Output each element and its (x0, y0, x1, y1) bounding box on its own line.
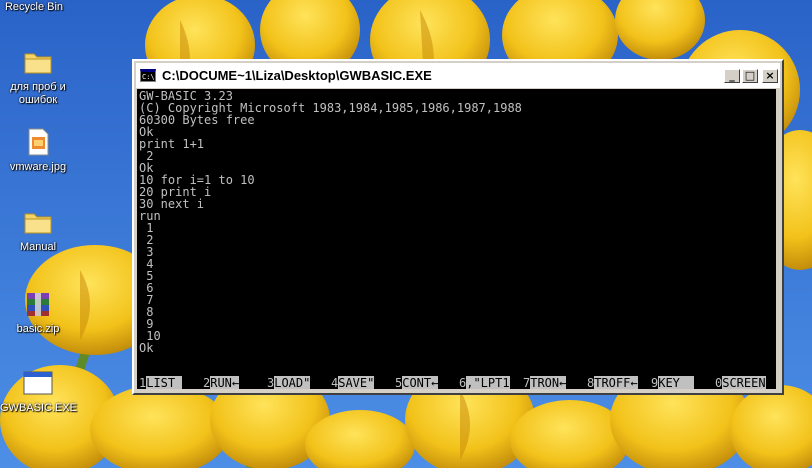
function-key-label: TRON← (530, 376, 567, 389)
console-app-icon[interactable]: C:\ (140, 69, 156, 82)
function-key-10: 0SCREEN (715, 376, 766, 389)
console-line: 60300 Bytes free (139, 113, 255, 127)
console-line: Ok (139, 341, 154, 355)
function-key-label: CONT← (402, 376, 439, 389)
function-key-bar: 1LIST 2RUN← 3LOAD" 4SAVE" 5CONT← 6,"LPT1 7TRO… (139, 376, 775, 389)
function-key-6: 6,"LPT1 (459, 376, 510, 389)
console-line: 5 (139, 269, 154, 283)
console-line: run (139, 209, 161, 223)
function-key-label: TROFF← (594, 376, 638, 389)
window-frame-right (776, 89, 782, 389)
console-line: 10 (139, 329, 161, 343)
folder-icon (24, 53, 52, 74)
close-button[interactable]: × (762, 68, 778, 83)
console-line: 6 (139, 281, 154, 295)
console-line: 30 next i (139, 197, 205, 211)
function-key-2: 2RUN← (203, 376, 240, 389)
desktop-icon-label: Recycle Bin (4, 1, 64, 13)
window-titlebar[interactable]: C:\ C:\DOCUME~1\Liza\Desktop\GWBASIC.EXE… (136, 63, 780, 88)
desktop-icon-label: basic.zip (16, 323, 60, 335)
desktop-icon-folder[interactable]: для проб и ошибок (0, 46, 76, 107)
function-key-7: 7TRON← (523, 376, 567, 389)
console-screen[interactable]: GW-BASIC 3.23 (C) Copyright Microsoft 198… (137, 89, 776, 389)
function-key-5: 5CONT← (395, 376, 439, 389)
desktop-icon-label: для проб и ошибок (10, 81, 66, 106)
function-key-3: 3LOAD" (267, 376, 311, 389)
minimize-button[interactable]: _ (724, 68, 740, 83)
console-window[interactable]: C:\ C:\DOCUME~1\Liza\Desktop\GWBASIC.EXE… (132, 59, 784, 395)
console-output: GW-BASIC 3.23 (C) Copyright Microsoft 198… (139, 90, 522, 354)
console-line: 1 (139, 221, 154, 235)
program-window-icon (23, 371, 53, 395)
console-line: 7 (139, 293, 154, 307)
function-key-label: RUN← (210, 376, 240, 389)
desktop-icon-recycle-bin[interactable]: Recycle Bin (0, 1, 72, 14)
folder-icon (24, 213, 52, 234)
archive-icon (27, 293, 49, 316)
function-key-label: KEY (658, 376, 695, 389)
console-line: print 1+1 (139, 137, 205, 151)
console-line: 9 (139, 317, 154, 331)
function-key-label: SAVE" (338, 376, 375, 389)
function-key-label: LIST (146, 376, 183, 389)
function-key-4: 4SAVE" (331, 376, 375, 389)
desktop-icon-label: GWBASIC.EXE (0, 402, 78, 414)
function-key-8: 8TROFF← (587, 376, 638, 389)
function-key-label: ,"LPT1 (466, 376, 510, 389)
console-line: 4 (139, 257, 154, 271)
window-title: C:\DOCUME~1\Liza\Desktop\GWBASIC.EXE (162, 68, 432, 83)
desktop-icon-vmware-jpg[interactable]: vmware.jpg (0, 126, 76, 174)
function-key-label: SCREEN (722, 376, 766, 389)
function-key-9: 9KEY (651, 376, 695, 389)
console-line: 8 (139, 305, 154, 319)
desktop-icon-gwbasic-exe[interactable]: GWBASIC.EXE (0, 367, 78, 415)
maximize-button[interactable]: □ (742, 68, 758, 83)
console-line: 3 (139, 245, 154, 259)
function-key-1: 1LIST (139, 376, 183, 389)
function-key-label: LOAD" (274, 376, 311, 389)
desktop-icon-basic-zip[interactable]: basic.zip (0, 288, 76, 336)
desktop-icon-manual-folder[interactable]: Manual (0, 206, 76, 254)
console-line: 2 (139, 233, 154, 247)
console-line: 2 (139, 149, 154, 163)
desktop-icon-label: vmware.jpg (9, 161, 67, 173)
image-file-icon (28, 128, 49, 156)
desktop-icon-label: Manual (19, 241, 57, 253)
